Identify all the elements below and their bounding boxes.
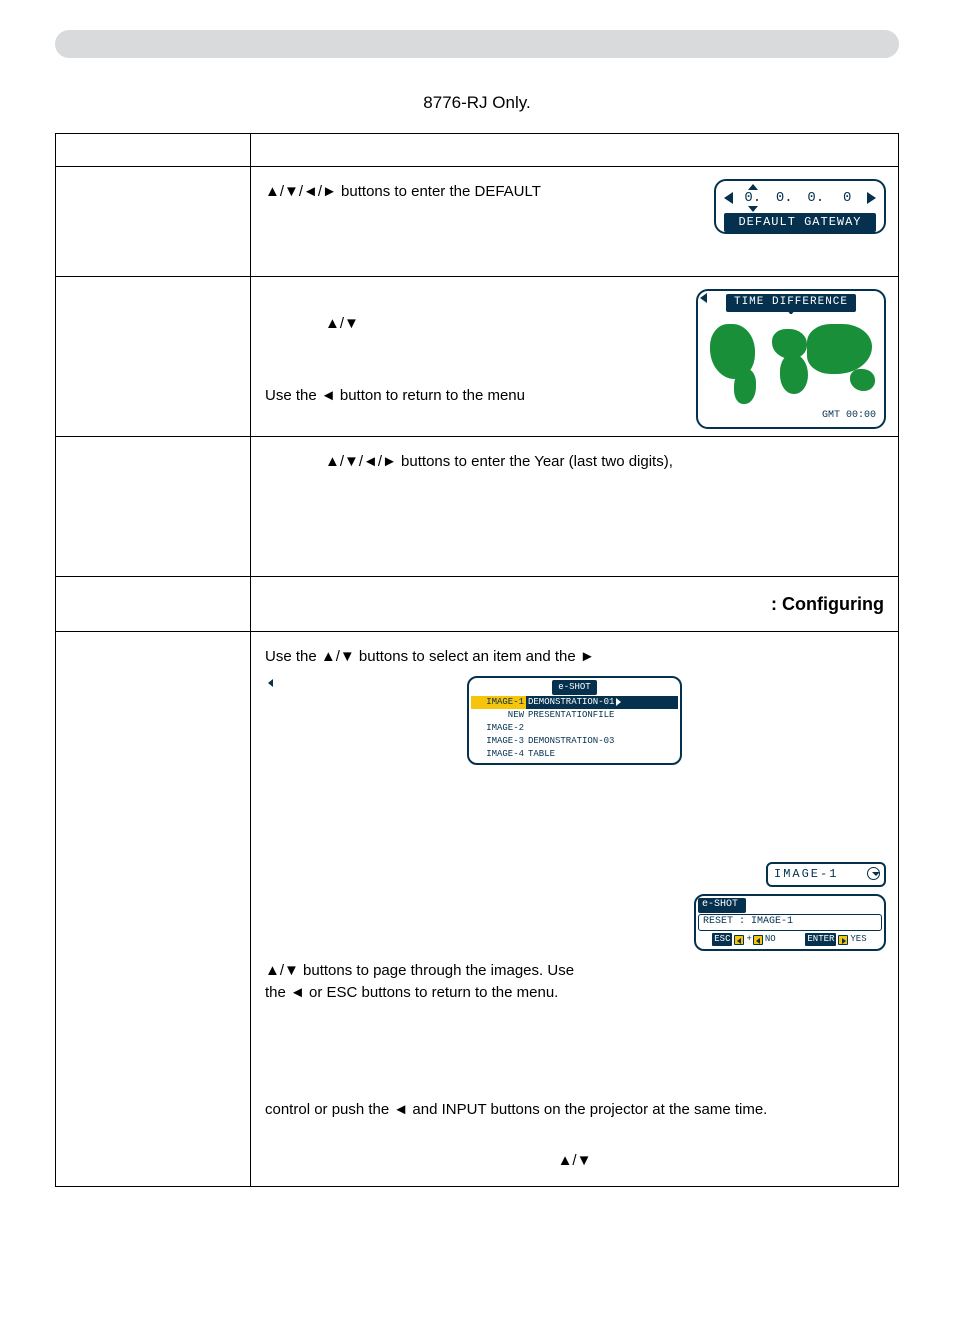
gmt-label: GMT 00:00 bbox=[702, 409, 880, 426]
dg-octet-4: 0 bbox=[843, 190, 851, 206]
yes-text: YES bbox=[850, 933, 866, 946]
eshot-line-bot: control or push the ◄ and INPUT buttons … bbox=[265, 1101, 767, 1118]
time-diff-content-cell: ▲/▼ Use the ◄ button to return to the me… bbox=[251, 277, 899, 437]
date-label-cell bbox=[56, 437, 251, 577]
triangle-right-icon[interactable] bbox=[867, 192, 876, 204]
eshot-label-cell bbox=[56, 632, 251, 1187]
eshot-menu[interactable]: e-SHOT IMAGE-1 DEMONSTRATION-01 NEW IMAG… bbox=[467, 676, 682, 765]
triangle-down-icon[interactable] bbox=[748, 206, 758, 212]
spinner-icon bbox=[867, 867, 880, 880]
triangle-left-icon[interactable] bbox=[724, 192, 733, 204]
image-1-badge: IMAGE-1 bbox=[766, 862, 886, 887]
dg-octet-3: 0. bbox=[807, 190, 824, 206]
plus-char: + bbox=[746, 933, 751, 946]
image-1-badge-text: IMAGE-1 bbox=[774, 867, 838, 881]
default-gateway-widget[interactable]: 0. 0. 0. 0 DEFAULT GATEWAY bbox=[714, 179, 886, 234]
eshot-item-2-right: PRESENTATIONFILE bbox=[526, 709, 678, 735]
eshot-item-1-left: IMAGE-1 bbox=[471, 696, 526, 709]
triangle-up-icon[interactable] bbox=[748, 184, 758, 190]
eshot-item-4-right: TABLE bbox=[526, 748, 678, 761]
key-icon bbox=[753, 935, 763, 945]
enter-label: ENTER bbox=[805, 933, 836, 946]
eshot-item-4[interactable]: IMAGE-4 TABLE bbox=[471, 748, 678, 761]
time-diff-label-cell bbox=[56, 277, 251, 437]
date-content-cell: ▲/▼/◄/► buttons to enter the Year (last … bbox=[251, 437, 899, 577]
eshot-item-3-left: IMAGE-3 bbox=[471, 735, 526, 748]
eshot-item-1[interactable]: IMAGE-1 DEMONSTRATION-01 bbox=[471, 696, 678, 709]
eshot-item-3-right: DEMONSTRATION-03 bbox=[526, 735, 678, 748]
header-right-cell bbox=[251, 134, 899, 167]
world-map-graphic bbox=[702, 314, 880, 409]
reset-dialog[interactable]: e-SHOT RESET : IMAGE-1 ESC + NO ENTER YE… bbox=[694, 894, 886, 951]
eshot-line-top: Use the ▲/▼ buttons to select an item an… bbox=[265, 646, 884, 668]
eshot-item-2-left: NEW IMAGE-2 bbox=[471, 709, 526, 735]
reset-yes-button[interactable]: ENTER YES bbox=[790, 932, 882, 947]
configuring-content-cell: : Configuring bbox=[251, 577, 899, 632]
esc-label: ESC bbox=[712, 933, 732, 946]
configuring-label-cell bbox=[56, 577, 251, 632]
reset-no-button[interactable]: ESC + NO bbox=[698, 932, 790, 947]
eshot-content-cell: Use the ▲/▼ buttons to select an item an… bbox=[251, 632, 899, 1187]
triangle-left-icon[interactable] bbox=[700, 293, 707, 303]
triangle-right-icon bbox=[616, 698, 621, 706]
date-text: ▲/▼/◄/► buttons to enter the Year (last … bbox=[325, 451, 884, 473]
reset-dialog-title: e-SHOT bbox=[698, 898, 746, 913]
eshot-item-2[interactable]: NEW IMAGE-2 PRESENTATIONFILE bbox=[471, 709, 678, 735]
instruction-table: ▲/▼/◄/► buttons to enter the DEFAULT 0. … bbox=[55, 133, 899, 1187]
triangle-left-icon[interactable] bbox=[268, 679, 273, 687]
page-subtitle: 8776-RJ Only. bbox=[55, 93, 899, 113]
header-left-cell bbox=[56, 134, 251, 167]
time-difference-widget[interactable]: TIME DIFFERENCE GMT 00:00 bbox=[696, 289, 886, 429]
default-gateway-content-cell: ▲/▼/◄/► buttons to enter the DEFAULT 0. … bbox=[251, 167, 899, 277]
eshot-menu-title: e-SHOT bbox=[552, 680, 597, 695]
eshot-line-mid-b: the ◄ or ESC buttons to return to the me… bbox=[265, 984, 558, 1001]
default-gateway-label: DEFAULT GATEWAY bbox=[724, 213, 876, 232]
eshot-item-1-right: DEMONSTRATION-01 bbox=[526, 696, 678, 709]
left-key-icon bbox=[734, 935, 744, 945]
dg-octet-2: 0. bbox=[776, 190, 793, 206]
right-key-icon bbox=[838, 935, 848, 945]
header-band bbox=[55, 30, 899, 58]
reset-dialog-body: RESET : IMAGE-1 bbox=[698, 914, 882, 932]
eshot-line-last: ▲/▼ bbox=[558, 1152, 592, 1169]
eshot-item-3[interactable]: IMAGE-3 DEMONSTRATION-03 bbox=[471, 735, 678, 748]
eshot-item-4-left: IMAGE-4 bbox=[471, 748, 526, 761]
no-text: NO bbox=[765, 933, 776, 946]
default-gateway-text: ▲/▼/◄/► buttons to enter the DEFAULT bbox=[265, 183, 541, 200]
default-gateway-label-cell bbox=[56, 167, 251, 277]
eshot-line-mid-a: ▲/▼ buttons to page through the images. … bbox=[265, 962, 574, 979]
dg-octet-1: 0. bbox=[744, 190, 761, 206]
